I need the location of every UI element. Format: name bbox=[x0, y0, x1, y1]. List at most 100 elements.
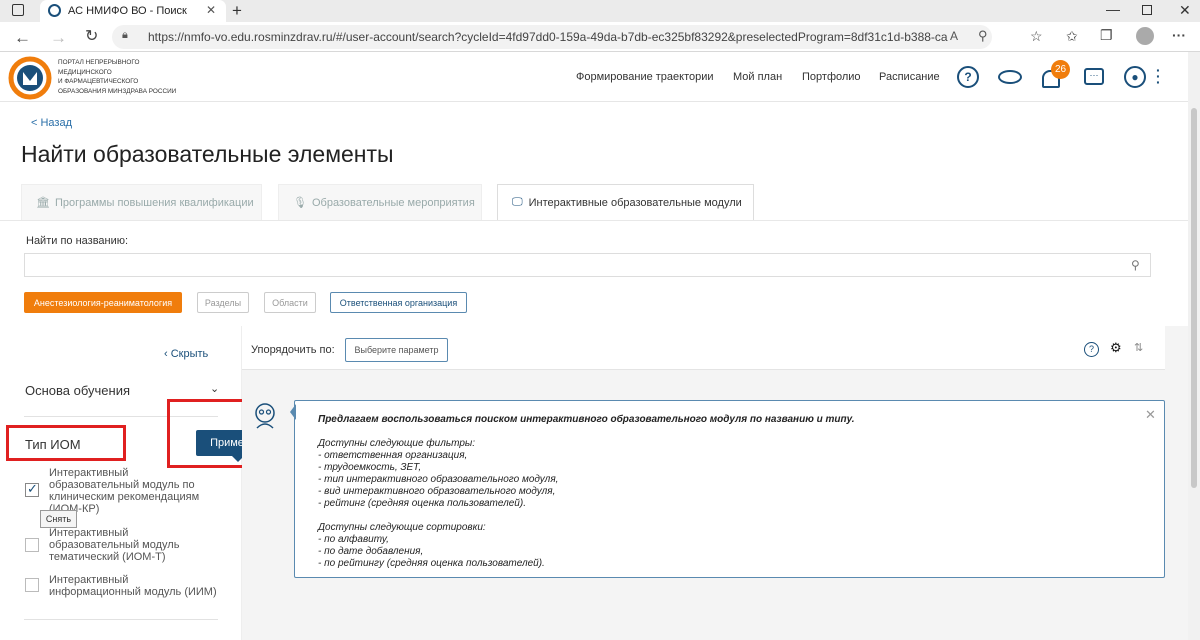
checkmark-icon: ✓ bbox=[27, 481, 38, 496]
section-divider bbox=[24, 619, 218, 620]
tooltip-uncheck: Снять bbox=[40, 510, 77, 528]
bank-icon: 🏛︎ bbox=[36, 197, 50, 209]
tab-interactive-modules[interactable]: 🖵︎ Интерактивные образовательные модули bbox=[497, 184, 754, 220]
tab-events[interactable]: 🎙︎ Образовательные мероприятия bbox=[278, 184, 482, 220]
option-label-iom-kr[interactable]: Интерактивный образовательный модуль по … bbox=[49, 467, 201, 515]
nav-portfolio[interactable]: Портфолио bbox=[802, 71, 861, 83]
logo-line: ОБРАЗОВАНИЯ МИНЗДРАВА РОССИИ bbox=[58, 87, 177, 95]
url-field[interactable]: 🔒︎ https://nmfo-vo.edu.rosminzdrav.ru/#/… bbox=[112, 25, 992, 49]
info-box-body: Предлагаем воспользоваться поиском интер… bbox=[318, 414, 855, 570]
logo-caption: ПОРТАЛ НЕПРЕРЫВНОГО МЕДИЦИНСКОГО И ФАРМА… bbox=[58, 58, 176, 96]
notification-count-badge: 26 bbox=[1051, 60, 1070, 79]
info-filters-title: Доступны следующие фильтры: bbox=[318, 438, 476, 449]
user-account-icon[interactable]: ● bbox=[1124, 66, 1146, 88]
logo-line: МЕДИЦИНСКОГО bbox=[58, 68, 112, 76]
hide-sidebar-button[interactable]: ‹ Скрыть bbox=[164, 348, 208, 360]
option-checkbox-iom-t[interactable] bbox=[25, 538, 39, 552]
assistant-avatar-icon bbox=[255, 403, 275, 429]
info-sorts-title: Доступны следующие сортировки: bbox=[318, 522, 486, 533]
favorites-icon[interactable]: ✩ bbox=[1066, 29, 1078, 43]
tab-favicon-icon bbox=[48, 4, 61, 17]
browser-tab-bar: АС НМИФО ВО - Поиск ✕ + — ✕ bbox=[0, 0, 1200, 22]
sort-direction-icon[interactable]: ⇅ bbox=[1134, 341, 1143, 354]
scrollbar-thumb[interactable] bbox=[1191, 108, 1197, 488]
info-filter-item: - тип интерактивного образовательного мо… bbox=[318, 474, 559, 485]
filter-tag-areas[interactable]: Области bbox=[264, 292, 316, 313]
nav-schedule[interactable]: Расписание bbox=[879, 71, 940, 83]
page-title: Найти образовательные элементы bbox=[21, 141, 394, 167]
search-input[interactable] bbox=[24, 253, 1151, 277]
info-filter-item: - ответственная организация, bbox=[318, 450, 468, 461]
minimize-icon[interactable]: — bbox=[1106, 1, 1120, 17]
collections-icon[interactable]: ❐ bbox=[1100, 28, 1113, 42]
sort-label: Упорядочить по: bbox=[251, 344, 335, 356]
filter-tag-organization[interactable]: Ответственная организация bbox=[330, 292, 467, 313]
info-heading: Предлагаем воспользоваться поиском интер… bbox=[318, 414, 855, 425]
chat-icon[interactable]: ··· bbox=[1084, 68, 1104, 85]
maximize-icon[interactable] bbox=[1142, 5, 1152, 15]
tag-label: Области bbox=[272, 297, 308, 308]
chevron-down-icon[interactable]: ⌄ bbox=[210, 382, 219, 395]
monitor-icon: 🖵︎ bbox=[512, 196, 523, 208]
info-filter-item: - трудоемкость, ЗЕТ, bbox=[318, 462, 422, 473]
info-sort-item: - по дате добавления, bbox=[318, 546, 424, 557]
results-pane: Упорядочить по: Выберите параметр ? ⚙ ⇅ … bbox=[242, 326, 1188, 640]
logo-emblem-icon bbox=[8, 56, 52, 100]
site-logo[interactable] bbox=[8, 56, 52, 100]
close-window-icon[interactable]: ✕ bbox=[1179, 2, 1191, 19]
help-icon[interactable]: ? bbox=[957, 66, 979, 88]
sort-help-icon[interactable]: ? bbox=[1084, 342, 1099, 357]
new-tab-icon[interactable]: + bbox=[232, 1, 242, 21]
nav-trajectory[interactable]: Формирование траектории bbox=[576, 71, 714, 83]
settings-gear-icon[interactable]: ⚙ bbox=[1110, 340, 1122, 356]
page-scrollbar[interactable] bbox=[1188, 52, 1200, 640]
tag-label: Разделы bbox=[204, 297, 242, 308]
browser-window-icon[interactable] bbox=[12, 4, 24, 16]
option-checkbox-iim[interactable] bbox=[25, 578, 39, 592]
more-menu-icon[interactable]: ··· bbox=[1172, 28, 1186, 42]
profile-avatar-icon[interactable] bbox=[1136, 27, 1154, 45]
info-box: Предлагаем воспользоваться поиском интер… bbox=[294, 400, 1165, 578]
tab-label: Интерактивные образовательные модули bbox=[528, 196, 742, 209]
tooltip-text: Снять bbox=[45, 514, 72, 524]
filter-tag-sections[interactable]: Разделы bbox=[197, 292, 249, 313]
info-sort-item: - по рейтингу (средняя оценка пользовате… bbox=[318, 558, 545, 569]
option-checkbox-iom-kr[interactable]: ✓ bbox=[25, 481, 39, 497]
nav-my-plan[interactable]: Мой план bbox=[733, 71, 782, 83]
info-close-icon[interactable]: ✕ bbox=[1145, 407, 1156, 423]
site-header: ПОРТАЛ НЕПРЕРЫВНОГО МЕДИЦИНСКОГО И ФАРМА… bbox=[0, 52, 1188, 102]
browser-tab[interactable]: АС НМИФО ВО - Поиск ✕ bbox=[40, 0, 226, 22]
info-filter-item: - рейтинг (средняя оценка пользователей)… bbox=[318, 498, 526, 509]
tab-programs[interactable]: 🏛︎ Программы повышения квалификации bbox=[21, 184, 262, 220]
tag-label: Ответственная организация bbox=[339, 297, 458, 308]
reload-icon[interactable]: ↻ bbox=[85, 29, 98, 45]
sort-bar: Упорядочить по: Выберите параметр ? ⚙ ⇅ bbox=[242, 326, 1165, 370]
filters-sidebar: ‹ Скрыть Основа обучения ⌄ Тип ИОМ ✓ Инт… bbox=[0, 326, 242, 640]
search-icon[interactable]: ⚲ bbox=[1131, 258, 1140, 272]
chevron-left-icon: ‹ bbox=[164, 348, 171, 360]
favorite-add-icon[interactable]: ☆ bbox=[1030, 29, 1043, 43]
back-arrow-icon[interactable]: ← bbox=[14, 29, 31, 46]
back-link[interactable]: < Назад bbox=[31, 117, 72, 129]
option-label-iim[interactable]: Интерактивный информационный модуль (ИИМ… bbox=[49, 574, 219, 598]
hide-label: Скрыть bbox=[170, 348, 209, 360]
tab-close-icon[interactable]: ✕ bbox=[206, 3, 216, 17]
url-text: https://nmfo-vo.edu.rosminzdrav.ru/#/use… bbox=[148, 30, 948, 44]
forward-arrow-icon[interactable]: → bbox=[50, 29, 67, 46]
option-label-iom-t[interactable]: Интерактивный образовательный модуль тем… bbox=[49, 527, 189, 563]
tag-label: Анестезиология-реаниматология bbox=[33, 297, 173, 308]
section-basis-title[interactable]: Основа обучения bbox=[25, 383, 130, 398]
kebab-menu-icon[interactable]: · · · bbox=[1156, 63, 1161, 89]
zoom-icon[interactable]: ⚲ bbox=[978, 28, 988, 44]
read-aloud-icon[interactable]: A bbox=[950, 29, 958, 43]
sort-select-value: Выберите параметр bbox=[354, 345, 439, 355]
eye-icon[interactable] bbox=[998, 70, 1022, 84]
sort-select[interactable]: Выберите параметр bbox=[345, 338, 448, 362]
browser-address-bar: ← → ↻ 🔒︎ https://nmfo-vo.edu.rosminzdrav… bbox=[0, 22, 1200, 52]
filter-tag-specialty[interactable]: Анестезиология-реаниматология bbox=[24, 292, 182, 313]
tab-title: АС НМИФО ВО - Поиск bbox=[68, 5, 187, 17]
logo-line: И ФАРМАЦЕВТИЧЕСКОГО bbox=[58, 78, 139, 85]
microphone-icon: 🎙︎ bbox=[293, 197, 307, 209]
